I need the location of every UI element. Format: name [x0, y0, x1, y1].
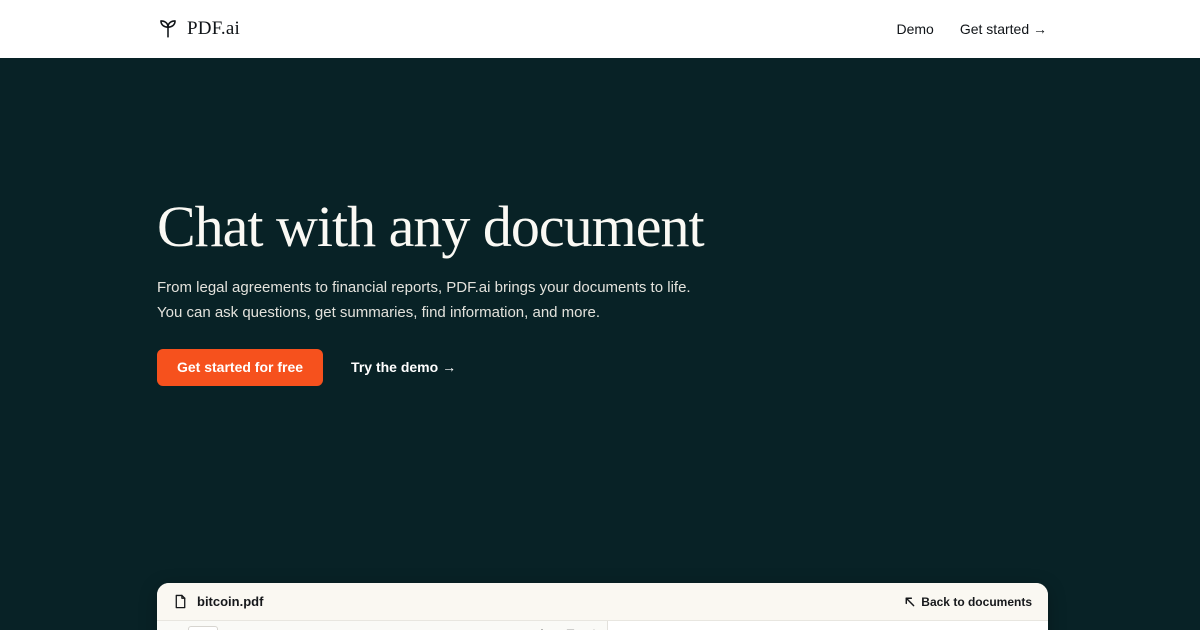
get-started-free-button[interactable]: Get started for free: [157, 349, 323, 386]
nav-link-get-started[interactable]: Get started →: [960, 21, 1047, 37]
nav-link-demo[interactable]: Demo: [896, 21, 933, 37]
top-navigation-bar: PDF.ai Demo Get started →: [0, 0, 1200, 58]
page-number-input[interactable]: [188, 626, 218, 630]
open-file-chip: bitcoin.pdf: [173, 594, 263, 609]
app-preview-card: bitcoin.pdf Back to documents: [157, 583, 1048, 630]
open-file-name: bitcoin.pdf: [197, 594, 263, 609]
hero-subtitle-line1: From legal agreements to financial repor…: [157, 279, 691, 296]
document-header-bar: bitcoin.pdf Back to documents: [157, 583, 1048, 621]
hero-cta-row: Get started for free Try the demo →: [157, 349, 1200, 386]
back-to-documents-link[interactable]: Back to documents: [904, 595, 1032, 609]
arrow-up-left-icon: [904, 596, 915, 607]
pdf-viewer-pane: / 9 106%: [157, 621, 608, 630]
brand-name: PDF.ai: [187, 18, 240, 40]
page-title: Chat with any document: [157, 195, 1200, 259]
nav-links: Demo Get started →: [896, 21, 1047, 37]
sprout-icon: [157, 18, 179, 40]
document-icon: [173, 594, 188, 609]
chat-message-user: Explain proof-of-work in simple terms.: [608, 621, 1048, 630]
brand-logo[interactable]: PDF.ai: [157, 18, 240, 40]
pdf-toolbar: / 9 106%: [157, 621, 607, 630]
hero-section: Chat with any document From legal agreem…: [0, 58, 1200, 630]
try-demo-button[interactable]: Try the demo →: [351, 359, 456, 375]
hero-subtitle: From legal agreements to financial repor…: [157, 275, 1200, 325]
hero-subtitle-line2: You can ask questions, get summaries, fi…: [157, 304, 600, 321]
back-to-documents-label: Back to documents: [921, 595, 1032, 609]
chat-pane: Explain proof-of-work in simple terms. P…: [608, 621, 1048, 630]
